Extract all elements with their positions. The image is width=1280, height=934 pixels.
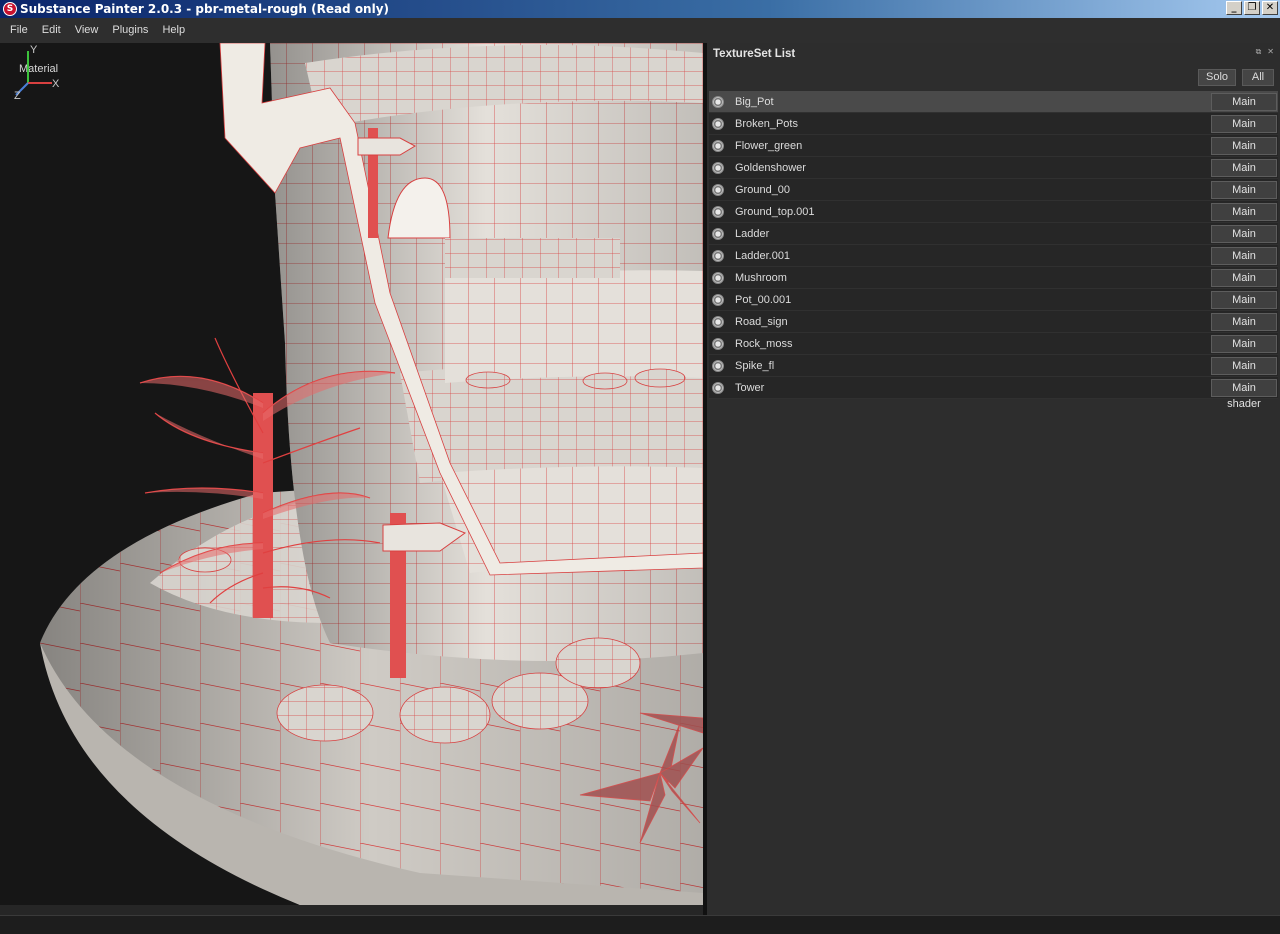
visibility-eye-icon[interactable] [712,359,724,372]
status-bar [0,915,1280,934]
shader-button[interactable]: Main shader [1211,379,1277,410]
shader-button[interactable]: Main shader [1211,291,1277,322]
shader-button[interactable]: Main shader [1211,115,1277,146]
textureset-name: Road_sign [735,315,788,328]
viewport-bottom-bar [0,905,703,915]
shader-button[interactable]: Main shader [1211,203,1277,234]
textureset-row[interactable]: Big_Pot Main shader [709,91,1278,124]
textureset-row[interactable]: Ladder Main shader [709,223,1278,256]
shader-button[interactable]: Main shader [1211,93,1277,124]
viewport-scene [40,43,703,905]
shader-button[interactable]: Main shader [1211,137,1277,168]
textureset-name: Tower [735,381,765,394]
textureset-name: Big_Pot [735,95,774,108]
visibility-eye-icon[interactable] [712,227,724,240]
textureset-row[interactable]: Ground_top.001 Main shader [709,201,1278,234]
textureset-name: Ground_00 [735,183,791,196]
visibility-eye-icon[interactable] [712,117,724,130]
textureset-list: Big_Pot Main shader Broken_Pots Main sha… [709,91,1278,410]
substance-logo-icon[interactable]: S [3,2,17,16]
menu-bar: File Edit View Plugins Help [0,18,1280,43]
textureset-row[interactable]: Rock_moss Main shader [709,333,1278,366]
visibility-eye-icon[interactable] [712,381,724,394]
shader-button[interactable]: Main shader [1211,357,1277,388]
menu-edit[interactable]: Edit [35,18,68,43]
menu-help[interactable]: Help [155,18,192,43]
close-button[interactable]: ✕ [1262,1,1278,15]
shader-button[interactable]: Main shader [1211,225,1277,256]
textureset-row[interactable]: Mushroom Main shader [709,267,1278,300]
visibility-eye-icon[interactable] [712,293,724,306]
minimize-button[interactable]: _ [1226,1,1242,15]
axis-gizmo: Y X Z [14,44,60,102]
visibility-eye-icon[interactable] [712,95,724,108]
textureset-row[interactable]: Ground_00 Main shader [709,179,1278,212]
shader-button[interactable]: Main shader [1211,269,1277,300]
shader-button[interactable]: Main shader [1211,335,1277,366]
visibility-eye-icon[interactable] [712,205,724,218]
panel-header: TextureSet List ⧉ ✕ [707,43,1280,65]
close-panel-icon[interactable]: ✕ [1267,47,1274,57]
panel-title: TextureSet List [713,48,796,60]
visibility-eye-icon[interactable] [712,249,724,262]
visibility-eye-icon[interactable] [712,271,724,284]
panel-toolbar: Solo All [707,65,1280,89]
solo-button[interactable]: Solo [1198,68,1236,86]
panel-header-buttons: ⧉ ✕ [1256,47,1274,57]
textureset-row[interactable]: Spike_fl Main shader [709,355,1278,388]
window-title: Substance Painter 2.0.3 - pbr-metal-roug… [20,2,390,16]
float-panel-icon[interactable]: ⧉ [1256,47,1262,57]
textureset-row[interactable]: Ladder.001 Main shader [709,245,1278,278]
textureset-name: Flower_green [735,139,803,152]
visibility-eye-icon[interactable] [712,183,724,196]
gizmo-x-label: X [52,78,60,90]
textureset-name: Spike_fl [735,359,775,372]
visibility-eye-icon[interactable] [712,161,724,174]
textureset-name: Mushroom [735,271,787,284]
textureset-row[interactable]: Flower_green Main shader [709,135,1278,168]
shader-button[interactable]: Main shader [1211,247,1277,278]
textureset-name: Rock_moss [735,337,793,350]
textureset-name: Goldenshower [735,161,806,174]
textureset-name: Ladder [735,227,770,240]
textureset-row[interactable]: Goldenshower Main shader [709,157,1278,190]
3d-viewport[interactable]: Material Y X Z [0,43,703,905]
restore-button[interactable]: ❐ [1244,1,1260,15]
textureset-list-panel: TextureSet List ⧉ ✕ Solo All Big_Pot Mai… [707,43,1280,915]
shader-button[interactable]: Main shader [1211,181,1277,212]
visibility-eye-icon[interactable] [712,139,724,152]
shader-button[interactable]: Main shader [1211,159,1277,190]
gizmo-z-label: Z [14,90,21,102]
textureset-row[interactable]: Broken_Pots Main shader [709,113,1278,146]
shader-button[interactable]: Main shader [1211,313,1277,344]
textureset-name: Broken_Pots [735,117,798,130]
title-bar: S Substance Painter 2.0.3 - pbr-metal-ro… [0,0,1280,18]
all-button[interactable]: All [1242,68,1274,86]
textureset-name: Pot_00.001 [735,293,792,306]
menu-plugins[interactable]: Plugins [105,18,155,43]
menu-view[interactable]: View [68,18,106,43]
window-controls: _ ❐ ✕ [1226,1,1278,15]
visibility-eye-icon[interactable] [712,315,724,328]
textureset-row[interactable]: Road_sign Main shader [709,311,1278,344]
gizmo-y-label: Y [30,44,38,56]
visibility-eye-icon[interactable] [712,337,724,350]
textureset-name: Ladder.001 [735,249,791,262]
textureset-row[interactable]: Tower Main shader [709,377,1278,410]
textureset-row[interactable]: Pot_00.001 Main shader [709,289,1278,322]
menu-file[interactable]: File [3,18,35,43]
textureset-name: Ground_top.001 [735,205,815,218]
